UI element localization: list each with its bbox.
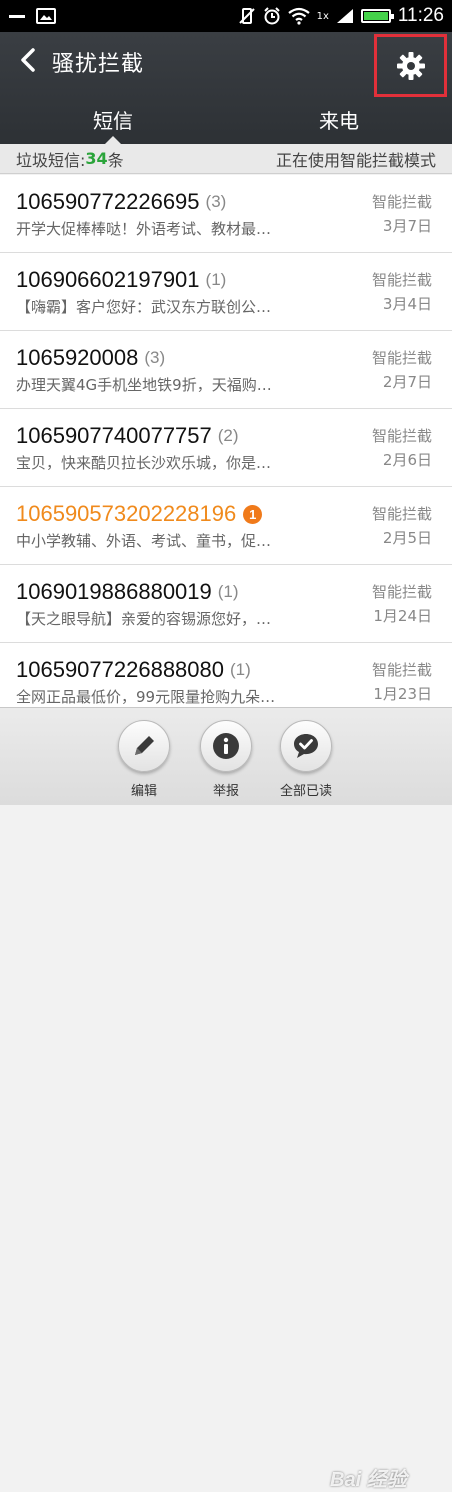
intercept-mode-label[interactable]: 正在使用智能拦截模式 [276,147,436,171]
tab-calls[interactable]: 来电 [226,94,452,144]
intercept-tag: 智能拦截 [371,583,432,601]
message-preview: 宝贝，快来酷贝拉长沙欢乐城，你是… [16,454,272,472]
minus-notification-icon [9,15,25,18]
message-row[interactable]: 1065920008 (3) 办理天翼4G手机坐地铁9折，天福购… 智能拦截 2月7日 [0,331,452,409]
message-date: 3月7日 [382,217,432,235]
edit-button[interactable]: 编辑 [106,720,182,799]
wifi-icon [287,7,310,25]
message-row[interactable]: 1069019886880019 (1) 【天之眼导航】亲爱的容锡源您好，… 智能拦截… [0,565,452,643]
message-list: 106590772226695 (3) 开学大促棒棒哒！外语考试、教材最… 智能拦截 3… [0,175,452,715]
app-header: 骚扰拦截 短信 来电 [0,32,452,144]
vibrate-off-icon [238,8,255,24]
message-count: (1) [205,270,227,289]
bottom-action-bar: 编辑 举报 全部已读 Bai 经验 [0,707,452,1491]
message-date: 2月6日 [382,451,432,469]
message-count: (1) [230,660,251,679]
message-date: 3月4日 [382,295,432,313]
info-icon [213,733,239,759]
message-row[interactable]: 1065907740077757 (2) 宝贝，快来酷贝拉长沙欢乐城，你是… 智能拦截… [0,409,452,487]
message-preview: 开学大促棒棒哒！外语考试、教材最… [16,220,272,238]
message-count: (2) [217,426,239,445]
spam-count-prefix: 垃圾短信: [16,150,86,170]
sender-number: 1065920008 [16,345,139,370]
report-button[interactable]: 举报 [188,720,264,799]
spam-summary-bar: 垃圾短信: 34 条 正在使用智能拦截模式 [0,144,452,174]
unread-badge: 1 [243,504,263,524]
message-date: 2月5日 [382,529,432,547]
message-preview: 中小学教辅、外语、考试、童书，促… [16,532,272,550]
alarm-icon [263,7,280,25]
sender-number: 106906602197901 [16,267,200,292]
mark-all-read-label: 全部已读 [279,784,332,799]
sender-number: 1065905732022281​96 [16,501,237,526]
edit-label: 编辑 [130,784,157,799]
message-count: (3) [205,192,227,211]
sender-number: 1069019886880019 [16,579,212,604]
message-preview: 【嗨霸】客户您好：武汉东方联创公… [16,298,272,316]
back-button[interactable] [14,46,42,74]
intercept-tag: 智能拦截 [371,271,432,289]
sender-number: 106590772226695 [16,189,200,214]
sender-number: 10659077226888080 [16,657,225,682]
message-count: (3) [144,348,166,367]
intercept-tag: 智能拦截 [371,661,432,679]
battery-icon [360,9,394,23]
message-preview: 办理天翼4G手机坐地铁9折，天福购… [16,376,272,394]
check-bubble-icon [294,734,318,758]
status-bar: 1x 11:26 [0,0,452,32]
settings-button[interactable] [374,34,447,97]
chevron-left-icon [21,48,35,72]
spam-count: 34 [85,149,108,168]
pencil-icon [135,736,154,755]
intercept-tag: 智能拦截 [371,193,432,211]
edit-circle [118,720,170,772]
tab-sms-label: 短信 [93,108,133,133]
sender-number: 1065907740077757 [16,423,212,448]
report-label: 举报 [212,784,239,799]
message-count: (1) [217,582,239,601]
message-row[interactable]: 1065905732022281​96 1 中小学教辅、外语、考试、童书，促… 智能拦… [0,487,452,565]
message-preview: 全网正品最低价，99元限量抢购九朵… [16,688,276,706]
clock: 11:26 [397,5,444,26]
tab-calls-label: 来电 [319,108,359,133]
tab-sms[interactable]: 短信 [0,94,226,144]
mark-all-read-circle [280,720,332,772]
page-title: 骚扰拦截 [52,52,145,77]
network-type-label: 1x [316,10,329,22]
gear-icon [396,51,425,80]
mark-all-read-button[interactable]: 全部已读 [268,720,344,799]
message-date: 1月23日 [373,685,432,703]
message-row[interactable]: 10659077226888080 (1) 全网正品最低价，99元限量抢购九朵… 智能… [0,643,452,715]
image-notification-icon [36,8,56,24]
spam-count-suffix: 条 [107,150,124,170]
message-preview: 【天之眼导航】亲爱的容锡源您好，… [16,610,272,628]
signal-icon [336,9,353,23]
intercept-tag: 智能拦截 [371,349,432,367]
message-date: 1月24日 [373,607,432,625]
baidu-watermark: Bai 经验 [330,1469,407,1491]
intercept-tag: 智能拦截 [371,427,432,445]
intercept-tag: 智能拦截 [371,505,432,523]
tab-bar: 短信 来电 [0,94,452,144]
message-date: 2月7日 [382,373,432,391]
report-circle [200,720,252,772]
message-row[interactable]: 106590772226695 (3) 开学大促棒棒哒！外语考试、教材最… 智能拦截 3… [0,175,452,253]
message-row[interactable]: 106906602197901 (1) 【嗨霸】客户您好：武汉东方联创公… 智能拦截 3… [0,253,452,331]
